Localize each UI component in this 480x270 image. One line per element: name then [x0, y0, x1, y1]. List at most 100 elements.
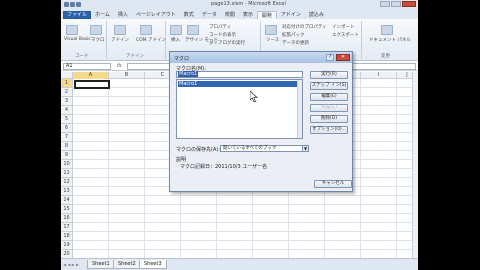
- tab-page-layout[interactable]: ページレイアウト: [132, 11, 180, 19]
- close-window-button[interactable]: [402, 1, 416, 7]
- row-header[interactable]: 13: [61, 187, 73, 196]
- xml-source-icon[interactable]: [265, 25, 277, 35]
- properties-button[interactable]: プロパティ: [209, 24, 231, 30]
- row-header[interactable]: 6: [61, 124, 73, 133]
- maximize-button[interactable]: [391, 1, 401, 7]
- row-header[interactable]: 18: [61, 232, 73, 241]
- macros-in-select[interactable]: 開いているすべてのブック ▼: [220, 145, 309, 152]
- visual-basic-label: Visual Basic: [64, 37, 91, 42]
- row-header[interactable]: 2: [61, 88, 73, 97]
- edit-button[interactable]: 編集(E): [310, 93, 348, 101]
- sheet-tab-3[interactable]: Sheet3: [139, 260, 167, 269]
- macros-in-value: 開いているすべてのブック: [223, 146, 277, 151]
- macro-dialog: マクロ ? ✕ マクロ名(M): Macro1 Macro1 実行(R) ステッ…: [169, 51, 353, 192]
- tab-developer[interactable]: 開発: [256, 11, 277, 19]
- options-button[interactable]: オプション(O)...: [310, 126, 348, 134]
- row-header[interactable]: 9: [61, 151, 73, 160]
- dialog-close-button[interactable]: ✕: [336, 54, 350, 61]
- description-label: 説明: [176, 157, 187, 163]
- insert-control-icon[interactable]: [170, 25, 182, 35]
- macro-name-input[interactable]: Macro1: [176, 71, 303, 78]
- group-code: Visual Basic マクロ コード: [63, 21, 107, 59]
- delete-button[interactable]: 削除(D): [310, 115, 348, 123]
- refresh-data-button[interactable]: データの更新: [282, 40, 309, 46]
- map-properties-button[interactable]: 対応付けのプロパティ: [282, 24, 327, 30]
- row-header[interactable]: 16: [61, 214, 73, 223]
- create-button[interactable]: 作成(C): [310, 104, 348, 112]
- macro-icon[interactable]: [90, 25, 102, 35]
- visual-basic-icon[interactable]: [66, 25, 78, 35]
- addins-icon[interactable]: [114, 25, 126, 35]
- row-header[interactable]: 14: [61, 196, 73, 205]
- column-header[interactable]: A: [73, 72, 109, 79]
- macro-list[interactable]: Macro1: [176, 79, 303, 139]
- tab-view[interactable]: 表示: [239, 11, 257, 19]
- minimize-button[interactable]: [380, 1, 390, 7]
- description-text: マクロ記録日：2011/10/3 ユーザー名: [180, 164, 268, 170]
- document-panel-label: ドキュメント パネル: [369, 38, 411, 43]
- row-header[interactable]: 10: [61, 160, 73, 169]
- column-header[interactable]: B: [109, 72, 145, 79]
- insert-control-label: 挿入: [171, 38, 180, 43]
- fx-icon[interactable]: fx: [117, 63, 122, 69]
- sheet-nav-arrows-icon[interactable]: ◄ ◄ ► ►: [63, 262, 79, 267]
- row-header[interactable]: 5: [61, 115, 73, 124]
- tab-addins[interactable]: アドイン: [277, 11, 305, 19]
- expansion-packs-button[interactable]: 拡張パック: [282, 32, 305, 38]
- com-addins-icon[interactable]: [140, 25, 152, 35]
- excel-logo-icon: [64, 2, 69, 7]
- group-code-label: コード: [75, 54, 89, 59]
- export-button[interactable]: エクスポート: [332, 32, 359, 38]
- step-into-button[interactable]: ステップ イン(S): [310, 82, 348, 90]
- tab-formulas[interactable]: 数式: [180, 11, 198, 19]
- chevron-down-icon[interactable]: ▼: [302, 146, 308, 151]
- group-modify-label: 変更: [381, 54, 390, 59]
- tab-insert[interactable]: 挿入: [114, 11, 132, 19]
- run-dialog-button[interactable]: ダイアログの実行: [209, 40, 245, 46]
- row-header[interactable]: 19: [61, 241, 73, 250]
- row-header[interactable]: 17: [61, 223, 73, 232]
- macro-label: マクロ: [91, 38, 105, 43]
- cancel-button[interactable]: キャンセル: [314, 180, 352, 188]
- active-cell[interactable]: [74, 80, 110, 89]
- row-header[interactable]: 20: [61, 250, 73, 258]
- sheet-tab-1[interactable]: Sheet1: [87, 260, 115, 269]
- quick-access-toolbar: [64, 2, 94, 7]
- row-header[interactable]: 11: [61, 169, 73, 178]
- design-mode-icon[interactable]: [187, 25, 199, 35]
- document-panel-icon[interactable]: [381, 25, 393, 35]
- tab-file[interactable]: ファイル: [63, 11, 92, 19]
- row-header[interactable]: 8: [61, 142, 73, 151]
- column-header[interactable]: I: [361, 72, 397, 79]
- com-addins-label: COM アドイン: [136, 38, 166, 43]
- tab-load[interactable]: 読込み: [305, 11, 328, 19]
- row-header[interactable]: 12: [61, 178, 73, 187]
- macro-name-value: Macro1: [178, 71, 199, 77]
- save-icon[interactable]: [70, 2, 75, 7]
- row-header[interactable]: 7: [61, 133, 73, 142]
- undo-icon[interactable]: [76, 2, 81, 7]
- sheet-tab-2[interactable]: Sheet2: [113, 260, 141, 269]
- help-button[interactable]: ?: [326, 54, 334, 61]
- group-modify: ドキュメント パネル 変更: [363, 21, 411, 59]
- tab-home[interactable]: ホーム: [91, 11, 114, 19]
- row-header[interactable]: 15: [61, 205, 73, 214]
- group-addins-label: アドイン: [126, 54, 144, 59]
- row-header[interactable]: 3: [61, 97, 73, 106]
- row-header[interactable]: 4: [61, 106, 73, 115]
- window-title: page13.xlsm - Microsoft Excel: [211, 1, 286, 7]
- macro-list-scrollbar[interactable]: [297, 80, 302, 138]
- name-box[interactable]: A1: [63, 63, 111, 70]
- addins-label: アドイン: [111, 38, 129, 43]
- macro-list-item[interactable]: Macro1: [178, 81, 301, 87]
- dialog-title: マクロ: [174, 56, 190, 62]
- row-header[interactable]: 1: [61, 79, 73, 88]
- select-all-corner[interactable]: [61, 72, 73, 79]
- tab-review[interactable]: 校閲: [221, 11, 239, 19]
- tab-data[interactable]: データ: [198, 11, 221, 19]
- run-button[interactable]: 実行(R): [310, 71, 348, 79]
- import-button[interactable]: インポート: [332, 24, 355, 30]
- ribbon-tabs: ファイル ホーム 挿入 ページレイアウト 数式 データ 校閲 表示 開発 アドイ…: [61, 9, 418, 19]
- vertical-scrollbar[interactable]: [412, 72, 418, 258]
- view-code-button[interactable]: コードの表示: [209, 32, 236, 38]
